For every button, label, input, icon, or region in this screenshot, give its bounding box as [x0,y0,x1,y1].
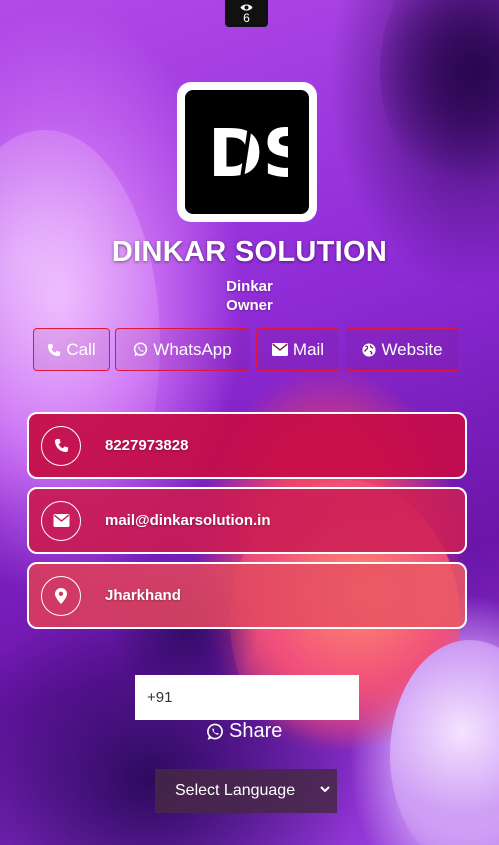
share-label: Share [229,720,283,742]
call-button-label: Call [66,339,96,359]
envelope-icon [53,514,69,527]
contact-phone-card[interactable]: 8227973828 [27,412,467,479]
contact-location-card[interactable]: Jharkhand [27,562,467,629]
whatsapp-button[interactable]: WhatsApp [115,328,250,371]
company-name: DINKAR SOLUTION [111,236,388,268]
contact-email-value: mail@dinkarsolution.in [105,512,271,529]
view-count: 6 [243,11,250,25]
person-name: Dinkar [226,278,273,295]
phone-icon-circle [41,425,81,466]
phone-icon [54,438,68,453]
mail-button-label: Mail [292,339,325,359]
website-button-label: Website [381,339,443,359]
person-role: Owner [226,297,273,314]
envelope-icon [271,343,288,356]
phone-icon [48,343,61,356]
contact-email-card[interactable]: mail@dinkarsolution.in [27,487,467,554]
share-button[interactable]: Share [206,720,282,743]
location-icon-circle [41,575,81,616]
whatsapp-number-input[interactable] [135,675,359,720]
location-pin-icon [55,587,67,604]
whatsapp-icon [134,342,148,357]
mail-button[interactable]: Mail [256,328,340,371]
call-button[interactable]: Call [33,328,110,371]
language-select[interactable]: Select Language [155,769,337,813]
contact-phone-value: 8227973828 [105,437,189,454]
website-button[interactable]: Website [345,328,460,371]
whatsapp-icon [207,723,223,740]
whatsapp-button-label: WhatsApp [153,339,232,359]
language-select-label: Select Language [175,782,296,799]
envelope-icon-circle [41,500,81,541]
globe-icon [362,342,376,357]
contact-location-value: Jharkhand [105,587,181,604]
view-counter: 6 [225,0,268,27]
chevron-down-icon [320,786,330,793]
company-logo: DS [177,82,317,222]
